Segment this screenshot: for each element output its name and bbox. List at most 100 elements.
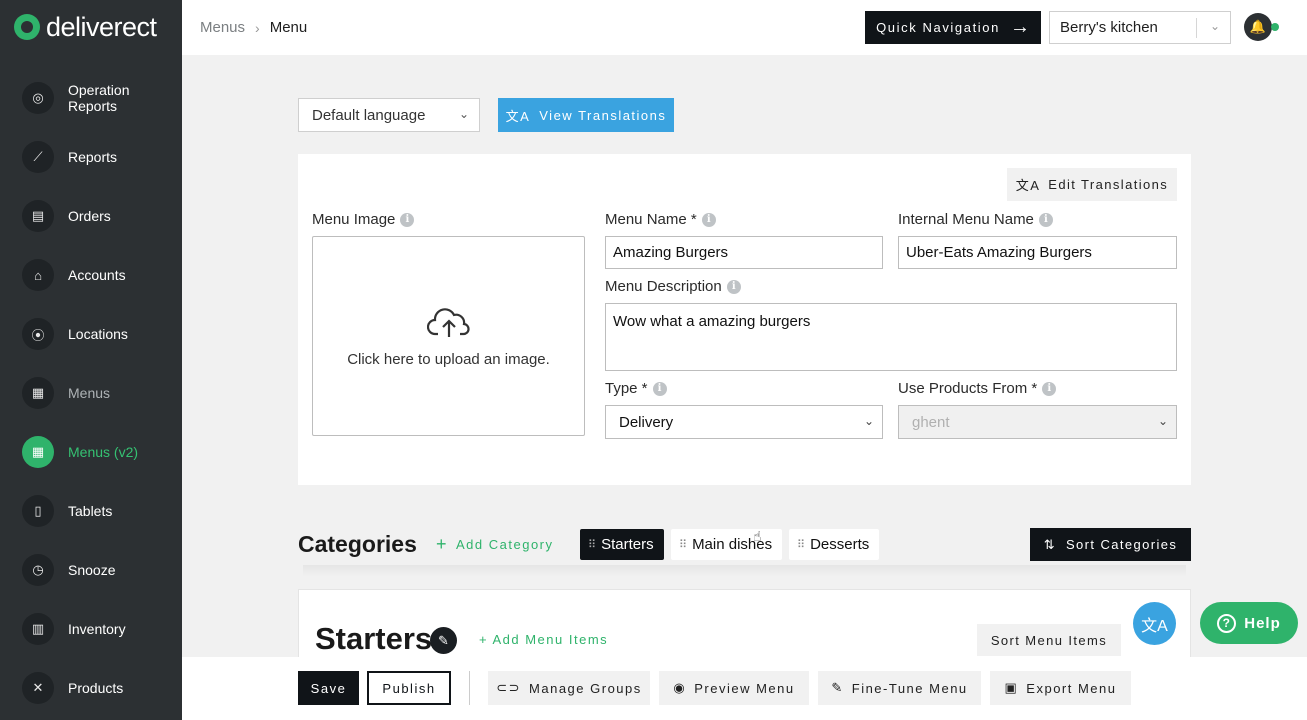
utensils-icon: ✕ — [22, 672, 54, 704]
view-translations-button[interactable]: 文A View Translations — [498, 98, 674, 132]
clipboard-icon: ▥ — [22, 613, 54, 645]
drag-handle-icon[interactable]: ⠿ — [588, 538, 596, 551]
category-tab-desserts[interactable]: ⠿ Desserts — [789, 529, 880, 560]
help-button[interactable]: ? Help — [1200, 602, 1298, 644]
info-icon[interactable]: i — [1038, 212, 1053, 227]
sidebar-item-menus[interactable]: ▦ Menus — [22, 377, 172, 409]
divider — [303, 565, 1186, 577]
breadcrumb-menus-link[interactable]: Menus — [200, 19, 245, 36]
sidebar-item-snooze[interactable]: ◷ Snooze — [22, 554, 172, 586]
sidebar-item-label: Operation Reports — [68, 82, 130, 114]
language-select[interactable]: Default language ⌄ — [298, 98, 480, 132]
sidebar-item-label: Snooze — [68, 562, 116, 578]
quick-navigation-label: Quick Navigation — [876, 20, 1000, 35]
sort-icon: ⇅ — [1043, 536, 1056, 552]
drag-handle-icon[interactable]: ⠿ — [679, 538, 687, 551]
bank-icon: ⌂ — [22, 259, 54, 291]
translate-icon: 文A — [505, 108, 531, 124]
info-icon[interactable]: i — [701, 212, 716, 227]
quick-navigation-button[interactable]: Quick Navigation → — [865, 11, 1041, 44]
menu-description-textarea[interactable]: Wow what a amazing burgers — [605, 303, 1177, 371]
category-tab-label: Desserts — [810, 536, 870, 553]
sidebar-item-label: Products — [68, 680, 124, 696]
use-products-from-value: ghent — [912, 413, 950, 431]
deliverect-logo[interactable]: deliverect — [14, 10, 157, 44]
use-products-from-label: Use Products From * i — [898, 380, 1057, 397]
help-label: Help — [1244, 614, 1281, 632]
export-menu-button[interactable]: ▣ Export Menu — [990, 671, 1131, 705]
sidebar-item-label: Tablets — [68, 503, 113, 519]
chevron-down-icon: ⌄ — [1157, 414, 1168, 428]
image-upload-area[interactable]: Click here to upload an image. — [312, 236, 585, 436]
groups-icon: ⊂⊃ — [496, 680, 522, 695]
fine-tune-menu-label: Fine-Tune Menu — [851, 680, 968, 696]
internal-menu-name-input[interactable]: Uber-Eats Amazing Burgers — [898, 236, 1177, 269]
sidebar-item-menus-v2[interactable]: ▦ Menus (v2) — [22, 436, 172, 468]
save-button[interactable]: Save — [298, 671, 359, 705]
menu-image-label-text: Menu Image — [312, 211, 396, 228]
info-icon[interactable]: i — [400, 212, 415, 227]
select-divider — [1196, 18, 1197, 38]
bottom-toolbar: Save Publish ⊂⊃ Manage Groups ◉ Preview … — [182, 657, 1307, 720]
breadcrumb: Menus › Menu — [200, 19, 307, 36]
eye-icon: ◉ — [673, 680, 687, 695]
add-menu-items-button[interactable]: + Add Menu Items — [479, 632, 608, 647]
manage-groups-label: Manage Groups — [529, 680, 642, 696]
edit-translations-label: Edit Translations — [1048, 177, 1169, 192]
excel-icon: ▣ — [1004, 680, 1019, 695]
sidebar-item-label: Inventory — [68, 621, 126, 637]
sidebar-item-locations[interactable]: ⦿ Locations — [22, 318, 172, 350]
sidebar-item-orders[interactable]: ▤ Orders — [22, 200, 172, 232]
alarm-icon: ◷ — [22, 554, 54, 586]
category-tab-starters[interactable]: ⠿ Starters — [580, 529, 664, 560]
info-icon[interactable]: i — [726, 279, 741, 294]
sidebar-item-label: Accounts — [68, 267, 126, 283]
sidebar-item-label: Reports — [68, 149, 118, 165]
account-select-value: Berry's kitchen — [1060, 19, 1158, 36]
sort-menu-items-button[interactable]: Sort Menu Items — [977, 624, 1121, 656]
chevron-down-icon: ⌄ — [458, 107, 469, 121]
publish-button[interactable]: Publish — [367, 671, 451, 705]
notification-bell-icon[interactable]: 🔔 — [1244, 13, 1272, 41]
tablet-icon: ▯ — [22, 495, 54, 527]
translate-fab-icon[interactable]: 文A — [1133, 602, 1176, 645]
edit-category-icon[interactable]: ✎ — [430, 627, 457, 654]
menu-name-input[interactable]: Amazing Burgers — [605, 236, 883, 269]
pencil-icon: ✎ — [831, 680, 844, 695]
preview-menu-label: Preview Menu — [694, 680, 795, 696]
menu-image-label: Menu Image i — [312, 211, 415, 228]
menu-name-label: Menu Name * i — [605, 211, 716, 228]
info-icon[interactable]: i — [1042, 381, 1057, 396]
sidebar-item-reports[interactable]: ⟋ Reports — [22, 141, 172, 173]
drag-handle-icon[interactable]: ⠿ — [797, 538, 805, 551]
info-icon[interactable]: i — [652, 381, 667, 396]
language-select-value: Default language — [312, 106, 426, 124]
preview-menu-button[interactable]: ◉ Preview Menu — [659, 671, 809, 705]
edit-translations-button[interactable]: 文A Edit Translations — [1007, 168, 1177, 201]
chart-icon: ⟋ — [22, 141, 54, 173]
sidebar-item-inventory[interactable]: ▥ Inventory — [22, 613, 172, 645]
category-tab-main-dishes[interactable]: ⠿ Main dishes — [671, 529, 783, 560]
internal-menu-name-label-text: Internal Menu Name — [898, 211, 1034, 228]
upload-instructions: Click here to upload an image. — [347, 350, 550, 368]
sidebar-item-products[interactable]: ✕ Products — [22, 672, 172, 704]
sidebar-item-accounts[interactable]: ⌂ Accounts — [22, 259, 172, 291]
pin-icon: ⦿ — [22, 318, 54, 350]
categories-heading: Categories — [298, 531, 417, 557]
cloud-upload-icon — [426, 307, 470, 337]
type-label-text: Type * — [605, 380, 648, 397]
sidebar-item-operation-reports[interactable]: ◎ Operation Reports — [22, 82, 172, 114]
account-select[interactable]: Berry's kitchen ⌄ — [1049, 11, 1231, 44]
add-category-button[interactable]: + Add Category — [436, 534, 554, 555]
menu-details-card: 文A Edit Translations Menu Image i Click … — [298, 154, 1191, 485]
translate-icon: 文A — [1015, 178, 1041, 193]
category-tab-label: Starters — [601, 536, 654, 553]
fine-tune-menu-button[interactable]: ✎ Fine-Tune Menu — [818, 671, 981, 705]
manage-groups-button[interactable]: ⊂⊃ Manage Groups — [488, 671, 650, 705]
sidebar-item-tablets[interactable]: ▯ Tablets — [22, 495, 172, 527]
menu-description-label: Menu Description i — [605, 278, 741, 295]
sort-categories-button[interactable]: ⇅ Sort Categories — [1030, 528, 1191, 561]
menu-description-label-text: Menu Description — [605, 278, 722, 295]
logo-icon — [14, 14, 40, 40]
type-select[interactable]: Delivery ⌄ — [605, 405, 883, 439]
